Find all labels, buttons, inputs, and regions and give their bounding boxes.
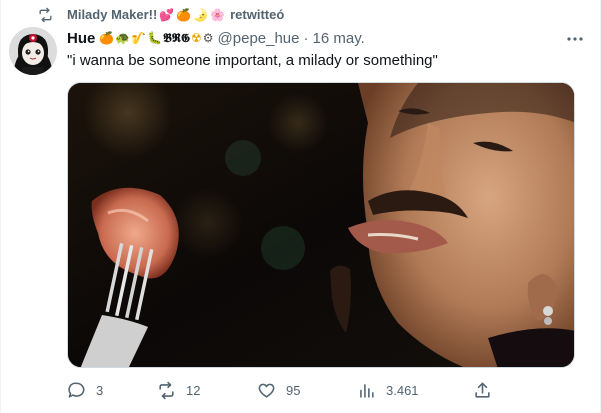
share-icon xyxy=(475,382,490,398)
emoji-brg-text: 𝕭𝕽𝕲 xyxy=(163,31,190,45)
emoji-saxophone: 🎷 xyxy=(131,31,147,45)
emoji-bug: 🐛 xyxy=(147,31,163,45)
separator-dot: · xyxy=(303,29,309,47)
emoji-hearts: 💕 xyxy=(159,7,175,22)
retweet-suffix: retwitteó xyxy=(230,7,285,22)
share-button[interactable] xyxy=(473,378,492,402)
retweet-count: 12 xyxy=(186,382,201,398)
tweet-actions: 3 12 95 3.461 xyxy=(67,378,507,402)
like-count: 95 xyxy=(286,382,301,398)
emoji-turtle: 🐢 xyxy=(115,31,131,45)
emoji-orange: 🍊 xyxy=(176,7,192,22)
author-name-emojis: 🍊 🐢 🎷 🐛 𝕭𝕽𝕲 ☢ ⚙ xyxy=(99,32,213,44)
tweet-date[interactable]: 16 may. xyxy=(313,30,365,47)
analytics-icon xyxy=(360,383,374,398)
emoji-moon: 🌛 xyxy=(193,7,209,22)
avatar[interactable] xyxy=(9,27,57,75)
retweet-icon xyxy=(39,7,52,23)
views-button[interactable]: 3.461 xyxy=(357,378,419,402)
retweet-icon xyxy=(159,381,174,399)
tweet-media-image[interactable] xyxy=(67,82,575,368)
reply-count: 3 xyxy=(96,382,104,398)
heart-icon xyxy=(258,383,275,398)
emoji-orange: 🍊 xyxy=(99,31,115,45)
retweeter-name[interactable]: Milady Maker!! xyxy=(67,7,157,22)
views-count: 3.461 xyxy=(386,382,419,398)
tweet-card[interactable]: Milady Maker!! 💕 🍊 🌛 🌸 retwitteó Hue 🍊 🐢… xyxy=(0,0,601,413)
emoji-radioactive: ☢ xyxy=(191,31,202,45)
more-horizontal-icon xyxy=(567,37,583,41)
like-button[interactable]: 95 xyxy=(257,378,300,402)
tweet-text: "i wanna be someone important, a milady … xyxy=(67,52,438,69)
emoji-flower: 🌸 xyxy=(210,7,226,22)
tweet-header: Hue 🍊 🐢 🎷 🐛 𝕭𝕽𝕲 ☢ ⚙ @pepe_hue · 16 may. xyxy=(67,28,365,48)
reply-icon xyxy=(68,382,85,398)
retweet-button[interactable]: 12 xyxy=(157,378,200,402)
emoji-gear: ⚙ xyxy=(202,31,214,45)
more-options-button[interactable] xyxy=(564,30,586,48)
reply-button[interactable]: 3 xyxy=(67,378,103,402)
author-handle[interactable]: @pepe_hue xyxy=(218,30,300,47)
author-display-name[interactable]: Hue xyxy=(67,30,95,47)
